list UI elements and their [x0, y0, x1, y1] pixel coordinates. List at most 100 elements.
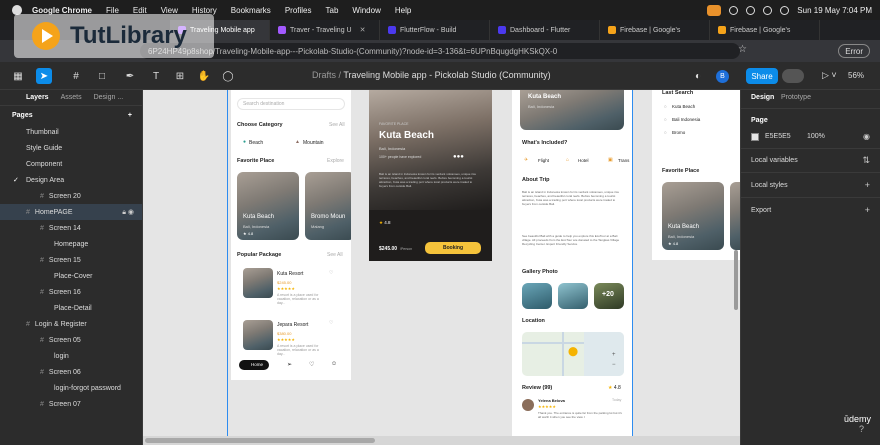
add-style-icon[interactable]: + — [865, 180, 870, 190]
menubar-datetime[interactable]: Sun 19 May 7:04 PM — [797, 6, 872, 15]
zoom-out-icon[interactable]: − — [612, 362, 616, 368]
page-list-item[interactable]: Place-Cover — [0, 268, 142, 284]
comment-icon[interactable]: ◯ — [220, 68, 236, 84]
local-styles-label[interactable]: Local styles — [751, 182, 788, 189]
page-list-item[interactable]: # Screen 05 — [0, 332, 142, 348]
dev-mode-toggle[interactable] — [782, 69, 804, 83]
recent-search-item[interactable]: Bali Indonesia — [672, 117, 700, 122]
tab-design[interactable]: Design — [751, 94, 774, 101]
text-tool-icon[interactable]: T — [148, 68, 164, 84]
tab-layers[interactable]: Layers — [26, 94, 49, 101]
page-list-item[interactable]: # Screen 15 — [0, 252, 142, 268]
place-card-image[interactable] — [662, 182, 724, 250]
page-color-swatch[interactable] — [751, 133, 759, 141]
gallery-photo[interactable] — [522, 283, 552, 309]
search-screen-frame[interactable]: Last Search ○ Kuta Beach ○ Bali Indonesi… — [652, 90, 740, 260]
location-map[interactable]: ⬤ + − — [522, 332, 624, 376]
place-card-image[interactable] — [305, 172, 351, 240]
present-icon[interactable]: ▷ ˅ — [822, 70, 837, 81]
page-color-value[interactable]: E5E5E5 — [765, 133, 791, 140]
tab-firebase-2[interactable]: Firebase | Google's — [710, 20, 820, 40]
pen-tool-icon[interactable]: ✒ — [122, 68, 138, 84]
vertical-scrollbar[interactable] — [734, 250, 738, 310]
menu-bookmarks[interactable]: Bookmarks — [231, 6, 271, 15]
hand-tool-icon[interactable]: ✋ — [196, 68, 212, 84]
shape-tool-icon[interactable]: □ — [94, 68, 110, 84]
design-canvas[interactable]: Search destination Choose Category See A… — [143, 90, 740, 445]
tab-flutterflow[interactable]: FlutterFlow - Build — [380, 20, 490, 40]
category-mountain[interactable]: Mountain — [303, 140, 324, 146]
heart-nav-icon[interactable]: ♡ — [309, 361, 314, 368]
see-all-link[interactable]: See All — [329, 122, 345, 128]
page-list-item[interactable]: # HomePAGE 🔒︎ ◉ — [0, 204, 142, 220]
zoom-level[interactable]: 56% — [848, 71, 864, 80]
scrollbar-thumb[interactable] — [145, 438, 375, 443]
menu-help[interactable]: Help — [395, 6, 411, 15]
visibility-eye-icon[interactable]: ◉ — [863, 132, 870, 141]
tab-design-dropdown[interactable]: Design ... — [94, 94, 124, 101]
main-menu-icon[interactable]: ▦ — [10, 68, 26, 84]
profile-icon[interactable]: ☺ — [331, 361, 337, 367]
page-list-item[interactable]: # Login & Register — [0, 316, 142, 332]
profile-error-button[interactable]: Error — [838, 44, 870, 58]
move-tool-icon[interactable]: ➤ — [36, 68, 52, 84]
heart-icon[interactable]: ♡ — [329, 270, 333, 276]
page-list-item[interactable]: login-forgot password — [0, 380, 142, 396]
add-export-icon[interactable]: + — [865, 205, 870, 215]
page-list-item[interactable]: ✓ Design Area — [0, 172, 142, 188]
menu-window[interactable]: Window — [352, 6, 380, 15]
page-list-item[interactable]: Component — [0, 156, 142, 172]
wifi-icon[interactable] — [763, 5, 773, 15]
lock-visibility-icons[interactable]: 🔒︎ ◉ — [122, 208, 134, 217]
status-icon[interactable] — [729, 5, 739, 15]
multiplayer-icon[interactable]: ◐ — [690, 68, 706, 84]
place-detail-frame[interactable]: Kuta Beach Bali, Indonesia What's Includ… — [512, 90, 632, 445]
resources-icon[interactable]: ⊞ — [172, 68, 188, 84]
search-icon[interactable] — [780, 5, 790, 15]
heart-icon[interactable]: ♡ — [329, 320, 333, 326]
zoom-in-icon[interactable]: + — [612, 352, 616, 358]
place-card-image[interactable] — [237, 172, 299, 240]
explore-link[interactable]: Explore — [327, 158, 344, 164]
place-card-image[interactable] — [730, 182, 740, 250]
home-screen-frame[interactable]: Search destination Choose Category See A… — [231, 90, 351, 380]
page-opacity-value[interactable]: 100% — [807, 133, 825, 140]
page-list-item[interactable]: Thumbnail — [0, 124, 142, 140]
share-button[interactable]: Share — [746, 68, 778, 84]
page-list-item[interactable]: Place-Detail — [0, 300, 142, 316]
tab-prototype[interactable]: Prototype — [781, 94, 811, 101]
export-label[interactable]: Export — [751, 207, 771, 214]
page-list-item[interactable]: # Screen 07 — [0, 396, 142, 412]
menu-tab[interactable]: Tab — [326, 6, 339, 15]
add-page-icon[interactable]: + — [128, 112, 132, 119]
microphone-icon[interactable] — [707, 4, 722, 16]
page-list-item[interactable]: login — [0, 348, 142, 364]
tab-firebase-1[interactable]: Firebase | Google's — [600, 20, 710, 40]
page-list-item[interactable]: # Screen 20 — [0, 188, 142, 204]
breadcrumb-drafts[interactable]: Drafts — [312, 70, 336, 80]
frame-tool-icon[interactable]: # — [68, 68, 84, 84]
bookmark-star-icon[interactable]: ☆ — [738, 44, 747, 55]
tab-dashboard[interactable]: Dashboard - Flutter — [490, 20, 600, 40]
see-all-link[interactable]: See All — [327, 252, 343, 258]
page-list-item[interactable]: # Screen 16 — [0, 284, 142, 300]
recent-search-item[interactable]: Kuta Beach — [672, 104, 695, 109]
place-cover-frame[interactable]: FAVORITE PLACE Kuta Beach Bali, Indonesi… — [369, 90, 492, 261]
variables-icon[interactable]: ⇅ — [862, 155, 870, 166]
package-image[interactable] — [243, 320, 273, 350]
horizontal-scrollbar[interactable] — [143, 436, 740, 445]
tab-traver[interactable]: Traver - Traveling U ✕ — [270, 20, 380, 40]
package-image[interactable] — [243, 268, 273, 298]
url-field[interactable]: 6P24HP49p8shop/Traveling-Mobile-app---Pi… — [140, 43, 740, 59]
page-list-item[interactable]: # Screen 14 — [0, 220, 142, 236]
page-list-item[interactable]: Style Guide — [0, 140, 142, 156]
help-icon[interactable]: ? — [859, 424, 864, 434]
recent-search-item[interactable]: Bromo — [672, 130, 685, 135]
page-list-item[interactable]: # Screen 06 — [0, 364, 142, 380]
headphones-icon[interactable] — [746, 5, 756, 15]
send-icon[interactable]: ➢ — [287, 361, 292, 368]
file-name[interactable]: Traveling Mobile app - Pickolab Studio (… — [343, 70, 550, 80]
avatar[interactable]: B — [716, 70, 729, 83]
local-variables-label[interactable]: Local variables — [751, 157, 798, 164]
page-list-item[interactable]: Homepage — [0, 236, 142, 252]
